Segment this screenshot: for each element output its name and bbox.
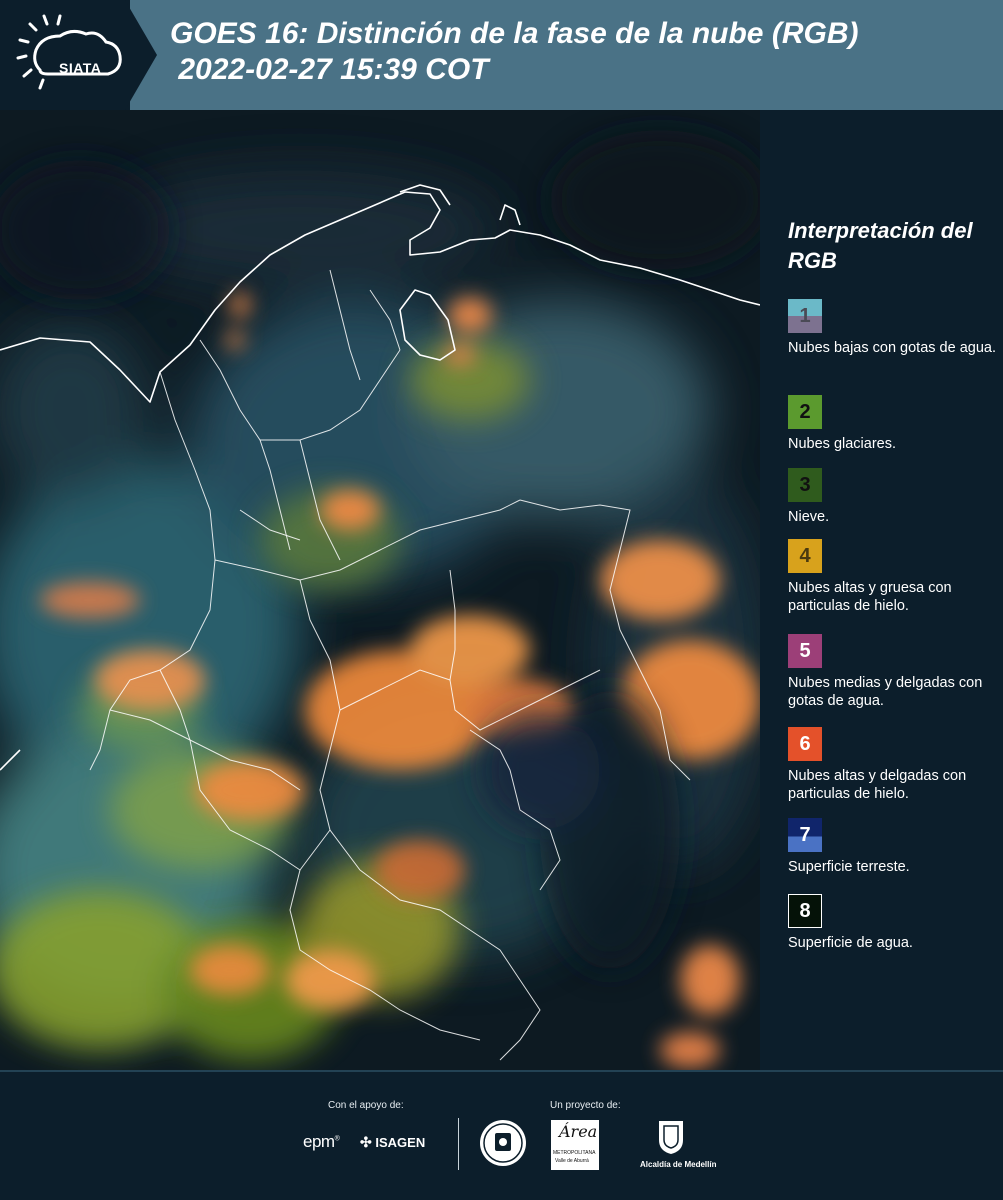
- isagen-mark-icon: ✣: [360, 1134, 372, 1150]
- legend-swatch-7: 7: [788, 818, 822, 852]
- title-line-2: 2022-02-27 15:39 COT: [170, 53, 489, 86]
- legend-label-7: Superficie terreste.: [788, 859, 910, 875]
- legend-swatch-6: 6: [788, 727, 822, 761]
- legend-number-2: 2: [799, 400, 811, 423]
- legend-item-2: 2 Nubes glaciares.: [788, 395, 998, 453]
- alcaldia-logo-text: Alcaldía de Medellín: [640, 1160, 717, 1169]
- legend-number-4: 4: [799, 544, 811, 567]
- support-caption: Con el apoyo de:: [328, 1100, 404, 1111]
- legend-swatch-2: 2: [788, 395, 822, 429]
- legend-swatch-1: 1: [788, 299, 822, 333]
- legend-label-6: Nubes altas y delgadas con particulas de…: [788, 768, 967, 802]
- epm-logo-text: epm: [303, 1132, 335, 1151]
- legend-number-3: 3: [799, 473, 811, 496]
- footer: Con el apoyo de: Un proyecto de: epm® ✣ …: [0, 1070, 1003, 1200]
- legend-label-1: Nubes bajas con gotas de agua.: [788, 340, 996, 356]
- legend-item-6: 6 Nubes altas y delgadas con particulas …: [788, 727, 998, 803]
- legend-number-1: 1: [799, 304, 811, 327]
- satellite-rgb-map: [0, 110, 760, 1070]
- legend-panel: Interpretación del RGB 1 Nubes bajas con…: [760, 110, 1003, 1070]
- legend-item-4: 4 Nubes altas y gruesa con particulas de…: [788, 539, 998, 615]
- legend-item-8: 8 Superficie de agua.: [788, 894, 998, 952]
- siata-logo-text: SIATA: [59, 60, 102, 76]
- legend-number-5: 5: [799, 639, 811, 662]
- title-line-1: GOES 16: Distinción de la fase de la nub…: [170, 17, 859, 50]
- legend-swatch-3: 3: [788, 468, 822, 502]
- alcaldia-shield-icon: [659, 1121, 683, 1154]
- legend-number-8: 8: [799, 899, 811, 922]
- legend-label-2: Nubes glaciares.: [788, 436, 896, 452]
- legend-swatch-4: 4: [788, 539, 822, 573]
- legend-label-3: Nieve.: [788, 509, 830, 525]
- legend-item-7: 7 Superficie terreste.: [788, 818, 998, 876]
- legend-item-1: 1 Nubes bajas con gotas de agua.: [788, 299, 998, 357]
- footer-divider: [458, 1118, 459, 1170]
- epm-logo: epm®: [303, 1132, 340, 1151]
- area-metropolitana-logo: Área METROPOLITANA Valle de Aburrá: [551, 1120, 599, 1170]
- legend-number-7: 7: [799, 823, 811, 846]
- area-line-1: METROPOLITANA: [553, 1150, 596, 1156]
- isagen-logo-text: ISAGEN: [375, 1135, 426, 1150]
- area-metropolitana-mark: Área: [559, 1122, 598, 1141]
- legend-swatch-8: 8: [788, 894, 822, 928]
- siata-logo: SIATA: [14, 12, 126, 96]
- legend-label-8: Superficie de agua.: [788, 935, 913, 951]
- page-title: GOES 16: Distinción de la fase de la nub…: [170, 16, 858, 88]
- legend-item-5: 5 Nubes medias y delgadas con gotas de a…: [788, 634, 998, 710]
- project-caption: Un proyecto de:: [550, 1100, 621, 1111]
- isagen-logo: ✣ ISAGEN: [360, 1134, 425, 1151]
- legend-number-6: 6: [799, 732, 811, 755]
- legend-title: Interpretación del RGB: [788, 218, 973, 273]
- legend-swatch-5: 5: [788, 634, 822, 668]
- header-arrow-divider: [125, 0, 157, 110]
- alcaldia-logo: Alcaldía de Medellín: [640, 1118, 716, 1178]
- legend-label-5: Nubes medias y delgadas con gotas de agu…: [788, 675, 983, 709]
- header: SIATA GOES 16: Distinción de la fase de …: [0, 0, 1003, 110]
- legend-item-3: 3 Nieve.: [788, 468, 998, 526]
- seal-logo: [478, 1118, 528, 1168]
- legend-label-4: Nubes altas y gruesa con particulas de h…: [788, 580, 952, 614]
- area-line-2: Valle de Aburrá: [555, 1158, 589, 1164]
